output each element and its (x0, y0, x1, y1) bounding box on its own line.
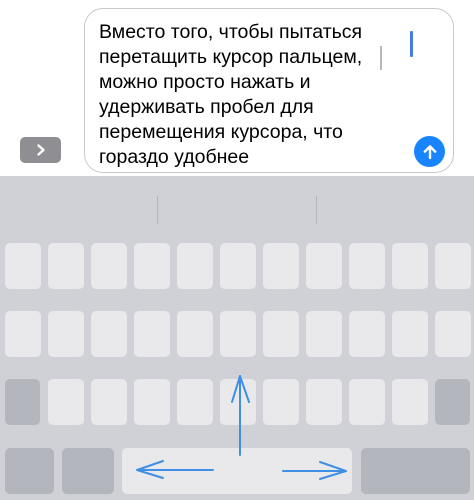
key[interactable] (48, 379, 84, 425)
key[interactable] (48, 243, 84, 289)
arrow-up-icon (423, 144, 436, 159)
key[interactable] (220, 243, 256, 289)
key[interactable] (91, 243, 127, 289)
key[interactable] (134, 243, 170, 289)
key[interactable] (177, 311, 213, 357)
globe-key[interactable] (62, 448, 114, 494)
key[interactable] (91, 311, 127, 357)
key[interactable] (392, 311, 428, 357)
keyboard-trackpad[interactable] (0, 176, 474, 500)
key[interactable] (48, 311, 84, 357)
key[interactable] (392, 379, 428, 425)
backspace-key[interactable] (435, 379, 470, 425)
key[interactable] (177, 243, 213, 289)
key[interactable] (134, 379, 170, 425)
compose-area: Вместо того, чтобы пытаться перетащить к… (0, 0, 474, 176)
key[interactable] (349, 243, 385, 289)
key[interactable] (263, 379, 299, 425)
key[interactable] (263, 311, 299, 357)
send-button[interactable] (414, 136, 445, 167)
text-cursor (410, 31, 413, 57)
key[interactable] (392, 243, 428, 289)
return-key[interactable] (361, 448, 470, 494)
key[interactable] (435, 311, 471, 357)
expand-apps-button[interactable] (20, 137, 61, 163)
shift-key[interactable] (5, 379, 40, 425)
key[interactable] (177, 379, 213, 425)
prediction-divider (157, 196, 158, 224)
key[interactable] (349, 379, 385, 425)
prediction-divider (316, 196, 317, 224)
space-bar[interactable] (122, 448, 352, 494)
key[interactable] (220, 311, 256, 357)
message-text: Вместо того, чтобы пытаться перетащить к… (99, 21, 363, 168)
key[interactable] (306, 243, 342, 289)
key[interactable] (349, 311, 385, 357)
key[interactable] (435, 243, 471, 289)
key[interactable] (263, 243, 299, 289)
chevron-right-icon (36, 144, 45, 156)
key[interactable] (134, 311, 170, 357)
key[interactable] (5, 243, 41, 289)
key[interactable] (91, 379, 127, 425)
cursor-ghost (380, 46, 382, 70)
key[interactable] (306, 379, 342, 425)
key[interactable] (306, 311, 342, 357)
numbers-key[interactable] (5, 448, 54, 494)
key[interactable] (5, 311, 41, 357)
message-input-field[interactable]: Вместо того, чтобы пытаться перетащить к… (84, 8, 454, 173)
key[interactable] (220, 379, 256, 425)
